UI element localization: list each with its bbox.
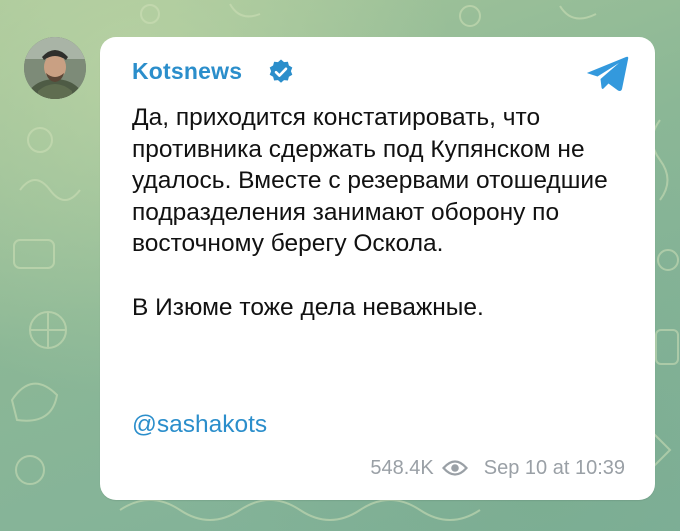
channel-name[interactable]: Kotsnews	[132, 58, 242, 85]
verified-badge-icon	[269, 59, 293, 83]
message-paragraph: В Изюме тоже дела неважные.	[132, 293, 484, 321]
views-count: 548.4K	[370, 456, 434, 479]
message-meta: 548.4K Sep 10 at 10:39	[370, 456, 625, 480]
telegram-icon[interactable]	[586, 54, 630, 94]
timestamp: Sep 10 at 10:39	[483, 456, 625, 479]
channel-avatar[interactable]	[24, 37, 86, 99]
mention-link[interactable]: @sashakots	[132, 411, 267, 439]
message-paragraph: Да, приходится констатировать, что проти…	[132, 104, 608, 257]
avatar-photo	[24, 37, 86, 99]
eye-icon	[441, 460, 468, 476]
message-bubble[interactable]: Kotsnews Да, приходится констатировать, …	[100, 37, 655, 500]
message-text: Да, приходится констатировать, что проти…	[132, 102, 637, 323]
